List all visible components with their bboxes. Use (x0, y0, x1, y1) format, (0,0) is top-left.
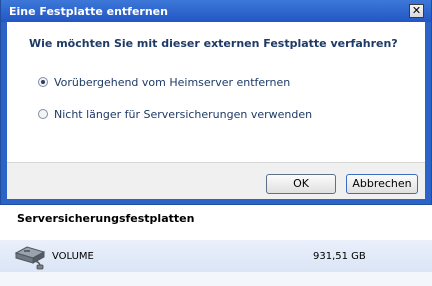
dialog-title-bar[interactable]: Eine Festplatte entfernen ✕ (1, 0, 431, 22)
radio-selected-icon[interactable] (38, 77, 48, 87)
option-stop-using-for-backup[interactable]: Nicht länger für Serversicherungen verwe… (38, 107, 312, 121)
remove-drive-dialog: Eine Festplatte entfernen ✕ Wie möchten … (0, 0, 432, 205)
ok-button[interactable]: OK (266, 174, 336, 194)
question-text: Wie möchten Sie mit dieser externen Fest… (29, 37, 398, 50)
hard-drive-icon (13, 244, 47, 273)
option-remove-temporarily[interactable]: Vorübergehend vom Heimserver entfernen (38, 75, 290, 89)
section-title: Serversicherungsfestplatten (17, 212, 195, 225)
dialog-title: Eine Festplatte entfernen (9, 5, 168, 18)
list-background (0, 272, 432, 286)
dialog-footer: OK Abbrechen (7, 162, 425, 199)
option-label: Vorübergehend vom Heimserver entfernen (54, 75, 291, 89)
drive-name: VOLUME (52, 251, 94, 262)
radio-unselected-icon[interactable] (38, 109, 48, 119)
close-button[interactable]: ✕ (409, 4, 424, 18)
option-label: Nicht länger für Serversicherungen verwe… (54, 107, 313, 121)
drive-list-item[interactable]: VOLUME 931,51 GB (0, 240, 432, 272)
dialog-content: Wie möchten Sie mit dieser externen Fest… (7, 22, 425, 162)
close-icon: ✕ (411, 4, 422, 17)
drive-size: 931,51 GB (313, 251, 366, 262)
cancel-button[interactable]: Abbrechen (346, 174, 418, 194)
